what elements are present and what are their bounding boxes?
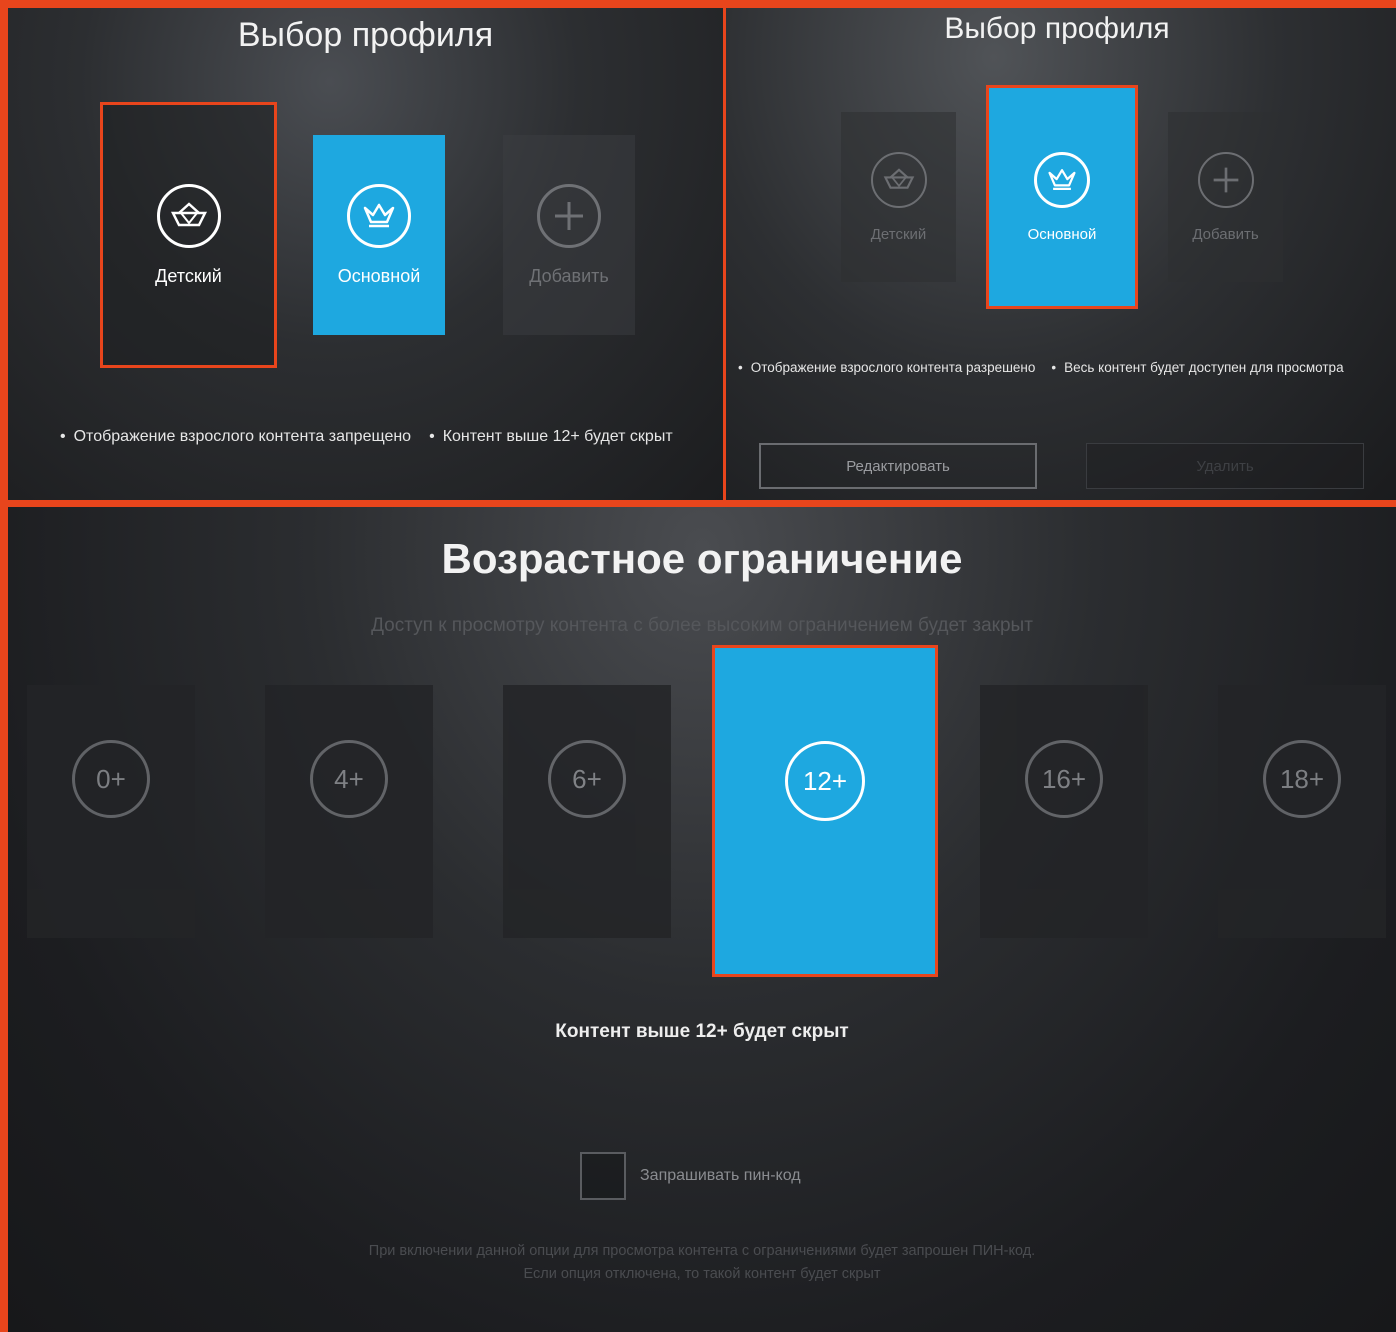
profile-label: Детский (870, 225, 927, 243)
edit-button-label: Редактировать (846, 457, 950, 475)
profile-card-kids[interactable]: Детский (841, 112, 956, 282)
delete-button[interactable]: Удалить (1086, 443, 1364, 489)
age-badge: 16+ (1025, 740, 1103, 818)
age-label: 18+ (1279, 763, 1325, 794)
profile-info: Отображение взрослого контента разрешено… (738, 360, 1344, 375)
info-item: Весь контент будет доступен для просмотр… (1051, 360, 1343, 375)
age-label: 16+ (1041, 763, 1087, 794)
pin-checkbox[interactable] (580, 1152, 626, 1200)
age-option-4[interactable]: 4+ (265, 685, 433, 938)
profile-info: Отображение взрослого контента запрещено… (60, 428, 673, 446)
page-title: Выбор профиля (237, 16, 494, 54)
info-item: Отображение взрослого контента разрешено (738, 360, 1036, 375)
age-option-0[interactable]: 0+ (27, 685, 195, 938)
plus-icon (1197, 151, 1254, 208)
age-option-6[interactable]: 6+ (503, 685, 671, 938)
age-badge: 4+ (310, 740, 388, 818)
page-subtitle: Доступ к просмотру контента с более высо… (371, 615, 1033, 636)
profile-label: Добавить (529, 265, 609, 286)
boat-icon (156, 183, 221, 248)
profile-select-panel-kids: Выбор профиля Детский Основной Добавить … (8, 8, 723, 500)
profile-select-panel-main: Выбор профиля Детский Основной Добавить … (726, 8, 1396, 500)
age-label: 4+ (334, 763, 364, 794)
age-label: 0+ (96, 763, 126, 794)
profile-label: Основной (337, 265, 421, 286)
profile-card-main[interactable]: Основной (313, 135, 445, 335)
profile-label: Добавить (1192, 225, 1259, 243)
age-badge: 12+ (785, 741, 865, 821)
age-option-12[interactable]: 12+ (712, 645, 938, 977)
page-title: Возрастное ограничение (441, 535, 963, 582)
profile-card-main[interactable]: Основной (986, 85, 1138, 309)
edit-button[interactable]: Редактировать (759, 443, 1037, 489)
footnote: При включении данной опции для просмотра… (8, 1240, 1396, 1286)
footnote-line: Если опция отключена, то такой контент б… (523, 1266, 881, 1282)
profile-label: Основной (1027, 225, 1097, 243)
boat-icon (870, 151, 927, 208)
profile-card-kids[interactable]: Детский (100, 102, 277, 368)
profile-card-add[interactable]: Добавить (503, 135, 635, 335)
delete-button-label: Удалить (1196, 457, 1254, 475)
age-badge: 6+ (548, 740, 626, 818)
age-badge: 0+ (72, 740, 150, 818)
pin-checkbox-label: Запрашивать пин-код (640, 1167, 801, 1184)
info-item: Отображение взрослого контента запрещено (60, 428, 411, 446)
age-label: 6+ (572, 763, 602, 794)
pin-option[interactable]: Запрашивать пин-код (580, 1152, 801, 1200)
selected-age-note: Контент выше 12+ будет скрыт (555, 1021, 849, 1042)
footnote-line: При включении данной опции для просмотра… (368, 1243, 1036, 1259)
age-option-16[interactable]: 16+ (980, 685, 1148, 938)
crown-icon (1034, 151, 1090, 208)
age-badge: 18+ (1263, 740, 1341, 818)
age-label: 12+ (802, 765, 848, 796)
profile-label: Детский (155, 265, 222, 286)
info-item: Контент выше 12+ будет скрыт (429, 428, 673, 446)
crown-icon (347, 183, 411, 248)
age-restriction-panel: Возрастное ограничение Доступ к просмотр… (8, 507, 1396, 1332)
age-option-18[interactable]: 18+ (1218, 685, 1386, 938)
plus-icon (537, 183, 601, 248)
page-title: Выбор профиля (944, 12, 1170, 45)
profile-card-add[interactable]: Добавить (1168, 112, 1283, 282)
